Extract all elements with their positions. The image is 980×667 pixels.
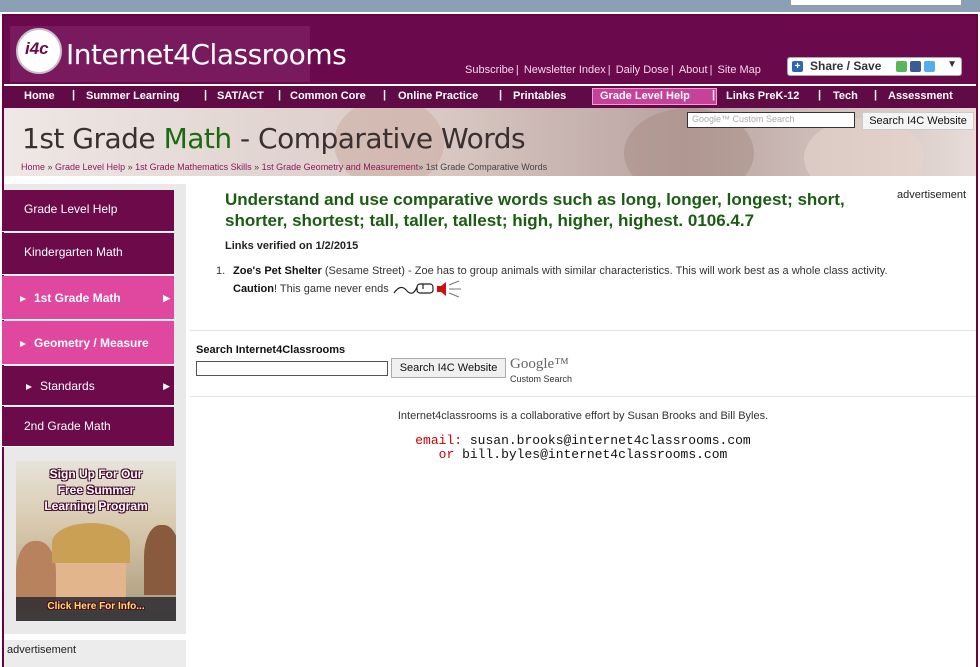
list-item: 1. Zoe's Pet Shelter (Sesame Street) - Z… [216, 264, 966, 299]
sidebar-item-1st-grade-math[interactable]: 1st Grade Math ▶ [2, 276, 174, 320]
top-links: Subscribe | Newsletter Index | Daily Dose |… [465, 64, 761, 76]
link-site-map[interactable]: Site Map [717, 64, 760, 76]
crumb-current: 1st Grade Comparative Words [425, 162, 548, 172]
facebook-icon [910, 61, 921, 72]
sidebar-item-kindergarten-math[interactable]: Kindergarten Math [2, 233, 174, 275]
browser-top-strip [0, 0, 980, 12]
twitter-icon [924, 61, 935, 72]
summer-program-promo[interactable]: Sign Up For Our Free Summer Learning Pro… [16, 461, 176, 621]
advertisement-label: advertisement [897, 189, 967, 201]
logo-badge-text: i4c [25, 39, 49, 58]
email-share-icon [896, 61, 907, 72]
nav-printables[interactable]: Printables [513, 90, 566, 102]
sidebar-item-geometry-measure[interactable]: Geometry / Measure [2, 321, 174, 365]
crumb-home[interactable]: Home [21, 162, 45, 172]
site-header: i4c Internet4Classrooms Subscribe | Newsl… [4, 16, 976, 84]
link-subscribe[interactable]: Subscribe [465, 64, 514, 76]
chevron-down-icon: ▼ [947, 59, 957, 70]
top-input[interactable] [790, 0, 962, 6]
page-title: 1st Grade Math - Comparative Words [22, 122, 526, 155]
nav-common-core[interactable]: Common Core [290, 90, 366, 102]
sidebar-item-grade-level-help[interactable]: Grade Level Help [2, 190, 174, 232]
nav-links-prek-12[interactable]: Links PreK-12 [726, 90, 799, 102]
footer-email-line-1: email: susan.brooks@internet4classrooms.… [415, 433, 751, 448]
arrow-right-icon: ▶ [163, 293, 170, 303]
divider [190, 396, 976, 397]
mouse-icon [393, 283, 434, 294]
links-verified: Links verified on 1/2/2015 [225, 240, 359, 252]
arrow-right-icon: ▶ [163, 381, 170, 391]
email-link-bill[interactable]: bill.byles@internet4classrooms.com [462, 447, 727, 462]
header-search-input[interactable]: Google™ Custom Search [687, 112, 855, 128]
sidebar-advertisement-label: advertisement [4, 640, 186, 667]
promo-line-2: Free Summer [57, 483, 135, 497]
speaker-icon [436, 280, 461, 298]
share-label: Share / Save [810, 59, 882, 73]
double-arrow-icon [20, 296, 26, 302]
standard-heading: Understand and use comparative words suc… [225, 190, 845, 230]
breadcrumb: Home » Grade Level Help » 1st Grade Math… [21, 162, 548, 172]
link-about[interactable]: About [679, 64, 708, 76]
search-label: Search Internet4Classrooms [196, 344, 346, 356]
google-custom-search-logo: Google™ Custom Search [510, 356, 573, 384]
nav-grade-level-help[interactable]: Grade Level Help [600, 90, 690, 102]
promo-cta: Click Here For Info... [47, 601, 145, 612]
resource-link[interactable]: Zoe's Pet Shelter [233, 265, 322, 277]
share-save-button[interactable]: + Share / Save ▼ [787, 57, 962, 76]
crumb-geometry-measurement[interactable]: 1st Grade Geometry and Measurement [262, 162, 419, 172]
header-search-button[interactable]: Search I4C Website [862, 112, 974, 130]
nav-tech[interactable]: Tech [833, 90, 858, 102]
sidebar-item-2nd-grade-math[interactable]: 2nd Grade Math [2, 407, 174, 447]
crumb-grade-level-help[interactable]: Grade Level Help [55, 162, 125, 172]
logo-badge-icon: i4c [16, 28, 62, 74]
caution-text: ! This game never ends [273, 282, 389, 295]
crumb-math-skills[interactable]: 1st Grade Mathematics Skills [135, 162, 252, 172]
nav-home[interactable]: Home [24, 90, 55, 102]
plus-icon: + [792, 61, 803, 72]
site-name: Internet4Classrooms [66, 38, 347, 71]
link-newsletter-index[interactable]: Newsletter Index [524, 64, 606, 76]
list-number: 1. [216, 265, 226, 277]
caution-label: Caution [233, 282, 274, 295]
promo-line-1: Sign Up For Our [49, 467, 143, 481]
sidebar-item-standards[interactable]: Standards ▶ [2, 366, 174, 406]
nav-online-practice[interactable]: Online Practice [398, 90, 478, 102]
page-banner: 1st Grade Math - Comparative Words Home … [4, 108, 976, 176]
email-link-susan[interactable]: susan.brooks@internet4classrooms.com [470, 433, 751, 448]
nav-summer-learning[interactable]: Summer Learning [86, 90, 180, 102]
interactive-sound-icons [393, 280, 461, 298]
link-daily-dose[interactable]: Daily Dose [616, 64, 669, 76]
footer-credit: Internet4classrooms is a collaborative e… [397, 410, 769, 422]
resource-description: - Zoe has to group animals with similar … [404, 265, 888, 277]
promo-line-3: Learning Program [44, 499, 148, 513]
nav-sat-act[interactable]: SAT/ACT [217, 90, 264, 102]
resource-source: (Sesame Street) [324, 265, 405, 277]
divider [190, 330, 976, 331]
footer-email-line-2: or bill.byles@internet4classrooms.com [438, 447, 728, 462]
search-input[interactable] [196, 361, 388, 376]
arrow-right-icon [26, 384, 32, 390]
search-button[interactable]: Search I4C Website [391, 358, 506, 378]
site-logo[interactable]: i4c Internet4Classrooms [10, 26, 347, 82]
main-nav: Home | Summer Learning | SAT/ACT | Commo… [4, 85, 976, 109]
double-arrow-icon [20, 341, 26, 347]
nav-assessment[interactable]: Assessment [888, 90, 953, 102]
